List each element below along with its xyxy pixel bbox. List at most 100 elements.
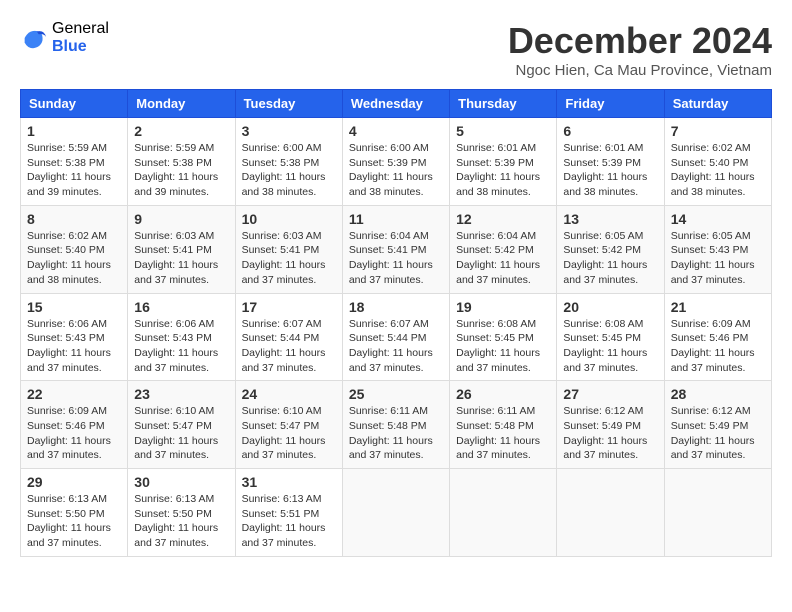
calendar-cell xyxy=(557,469,664,557)
calendar-header-cell: Thursday xyxy=(450,90,557,118)
calendar-cell: 9 Sunrise: 6:03 AMSunset: 5:41 PMDayligh… xyxy=(128,205,235,293)
day-info: Sunrise: 6:10 AMSunset: 5:47 PMDaylight:… xyxy=(242,405,326,461)
day-info: Sunrise: 6:10 AMSunset: 5:47 PMDaylight:… xyxy=(134,405,218,461)
calendar-cell: 28 Sunrise: 6:12 AMSunset: 5:49 PMDaylig… xyxy=(664,381,771,469)
calendar-cell: 22 Sunrise: 6:09 AMSunset: 5:46 PMDaylig… xyxy=(21,381,128,469)
day-number: 28 xyxy=(671,386,765,402)
day-info: Sunrise: 6:02 AMSunset: 5:40 PMDaylight:… xyxy=(671,142,755,198)
day-number: 14 xyxy=(671,211,765,227)
page-header: General Blue December 2024 Ngoc Hien, Ca… xyxy=(20,20,772,79)
calendar-cell: 23 Sunrise: 6:10 AMSunset: 5:47 PMDaylig… xyxy=(128,381,235,469)
calendar-header-cell: Friday xyxy=(557,90,664,118)
logo-blue: Blue xyxy=(52,38,109,56)
calendar-cell: 24 Sunrise: 6:10 AMSunset: 5:47 PMDaylig… xyxy=(235,381,342,469)
day-info: Sunrise: 6:11 AMSunset: 5:48 PMDaylight:… xyxy=(456,405,540,461)
day-info: Sunrise: 6:09 AMSunset: 5:46 PMDaylight:… xyxy=(27,405,111,461)
day-number: 20 xyxy=(563,299,657,315)
day-info: Sunrise: 5:59 AMSunset: 5:38 PMDaylight:… xyxy=(27,142,111,198)
calendar-cell xyxy=(450,469,557,557)
day-number: 24 xyxy=(242,386,336,402)
day-number: 10 xyxy=(242,211,336,227)
calendar-cell: 21 Sunrise: 6:09 AMSunset: 5:46 PMDaylig… xyxy=(664,293,771,381)
title-block: December 2024 Ngoc Hien, Ca Mau Province… xyxy=(508,20,772,79)
day-number: 1 xyxy=(27,123,121,139)
calendar-table: SundayMondayTuesdayWednesdayThursdayFrid… xyxy=(20,89,772,557)
day-number: 30 xyxy=(134,474,228,490)
calendar-header-cell: Wednesday xyxy=(342,90,449,118)
day-number: 31 xyxy=(242,474,336,490)
logo: General Blue xyxy=(20,20,109,55)
day-info: Sunrise: 6:07 AMSunset: 5:44 PMDaylight:… xyxy=(242,318,326,374)
calendar-header-cell: Saturday xyxy=(664,90,771,118)
day-number: 13 xyxy=(563,211,657,227)
day-number: 6 xyxy=(563,123,657,139)
day-info: Sunrise: 6:05 AMSunset: 5:42 PMDaylight:… xyxy=(563,230,647,286)
calendar-cell: 20 Sunrise: 6:08 AMSunset: 5:45 PMDaylig… xyxy=(557,293,664,381)
day-number: 16 xyxy=(134,299,228,315)
day-info: Sunrise: 6:03 AMSunset: 5:41 PMDaylight:… xyxy=(134,230,218,286)
day-number: 8 xyxy=(27,211,121,227)
day-info: Sunrise: 6:04 AMSunset: 5:42 PMDaylight:… xyxy=(456,230,540,286)
calendar-header-cell: Tuesday xyxy=(235,90,342,118)
day-info: Sunrise: 6:03 AMSunset: 5:41 PMDaylight:… xyxy=(242,230,326,286)
calendar-week-row: 22 Sunrise: 6:09 AMSunset: 5:46 PMDaylig… xyxy=(21,381,772,469)
calendar-header-cell: Monday xyxy=(128,90,235,118)
calendar-cell: 2 Sunrise: 5:59 AMSunset: 5:38 PMDayligh… xyxy=(128,118,235,206)
day-number: 3 xyxy=(242,123,336,139)
calendar-cell: 19 Sunrise: 6:08 AMSunset: 5:45 PMDaylig… xyxy=(450,293,557,381)
calendar-cell: 30 Sunrise: 6:13 AMSunset: 5:50 PMDaylig… xyxy=(128,469,235,557)
calendar-header-row: SundayMondayTuesdayWednesdayThursdayFrid… xyxy=(21,90,772,118)
calendar-cell: 5 Sunrise: 6:01 AMSunset: 5:39 PMDayligh… xyxy=(450,118,557,206)
day-number: 17 xyxy=(242,299,336,315)
day-info: Sunrise: 6:01 AMSunset: 5:39 PMDaylight:… xyxy=(563,142,647,198)
calendar-cell: 7 Sunrise: 6:02 AMSunset: 5:40 PMDayligh… xyxy=(664,118,771,206)
day-number: 27 xyxy=(563,386,657,402)
month-title: December 2024 xyxy=(508,20,772,62)
calendar-cell: 11 Sunrise: 6:04 AMSunset: 5:41 PMDaylig… xyxy=(342,205,449,293)
day-info: Sunrise: 6:01 AMSunset: 5:39 PMDaylight:… xyxy=(456,142,540,198)
day-info: Sunrise: 6:09 AMSunset: 5:46 PMDaylight:… xyxy=(671,318,755,374)
day-info: Sunrise: 6:05 AMSunset: 5:43 PMDaylight:… xyxy=(671,230,755,286)
day-info: Sunrise: 6:13 AMSunset: 5:51 PMDaylight:… xyxy=(242,493,326,549)
calendar-cell xyxy=(664,469,771,557)
calendar-cell: 4 Sunrise: 6:00 AMSunset: 5:39 PMDayligh… xyxy=(342,118,449,206)
calendar-week-row: 1 Sunrise: 5:59 AMSunset: 5:38 PMDayligh… xyxy=(21,118,772,206)
calendar-cell: 8 Sunrise: 6:02 AMSunset: 5:40 PMDayligh… xyxy=(21,205,128,293)
calendar-cell: 25 Sunrise: 6:11 AMSunset: 5:48 PMDaylig… xyxy=(342,381,449,469)
calendar-cell: 29 Sunrise: 6:13 AMSunset: 5:50 PMDaylig… xyxy=(21,469,128,557)
day-number: 21 xyxy=(671,299,765,315)
day-info: Sunrise: 6:11 AMSunset: 5:48 PMDaylight:… xyxy=(349,405,433,461)
day-number: 18 xyxy=(349,299,443,315)
calendar-cell xyxy=(342,469,449,557)
day-info: Sunrise: 6:00 AMSunset: 5:39 PMDaylight:… xyxy=(349,142,433,198)
logo-general: General xyxy=(52,20,109,38)
calendar-cell: 26 Sunrise: 6:11 AMSunset: 5:48 PMDaylig… xyxy=(450,381,557,469)
calendar-header-cell: Sunday xyxy=(21,90,128,118)
day-info: Sunrise: 5:59 AMSunset: 5:38 PMDaylight:… xyxy=(134,142,218,198)
calendar-week-row: 15 Sunrise: 6:06 AMSunset: 5:43 PMDaylig… xyxy=(21,293,772,381)
calendar-cell: 14 Sunrise: 6:05 AMSunset: 5:43 PMDaylig… xyxy=(664,205,771,293)
calendar-cell: 16 Sunrise: 6:06 AMSunset: 5:43 PMDaylig… xyxy=(128,293,235,381)
calendar-week-row: 8 Sunrise: 6:02 AMSunset: 5:40 PMDayligh… xyxy=(21,205,772,293)
day-info: Sunrise: 6:04 AMSunset: 5:41 PMDaylight:… xyxy=(349,230,433,286)
calendar-cell: 18 Sunrise: 6:07 AMSunset: 5:44 PMDaylig… xyxy=(342,293,449,381)
day-number: 12 xyxy=(456,211,550,227)
day-info: Sunrise: 6:12 AMSunset: 5:49 PMDaylight:… xyxy=(563,405,647,461)
day-info: Sunrise: 6:00 AMSunset: 5:38 PMDaylight:… xyxy=(242,142,326,198)
day-number: 7 xyxy=(671,123,765,139)
day-number: 4 xyxy=(349,123,443,139)
day-number: 26 xyxy=(456,386,550,402)
calendar-cell: 12 Sunrise: 6:04 AMSunset: 5:42 PMDaylig… xyxy=(450,205,557,293)
logo-text: General Blue xyxy=(52,20,109,55)
day-info: Sunrise: 6:06 AMSunset: 5:43 PMDaylight:… xyxy=(134,318,218,374)
calendar-cell: 17 Sunrise: 6:07 AMSunset: 5:44 PMDaylig… xyxy=(235,293,342,381)
day-info: Sunrise: 6:13 AMSunset: 5:50 PMDaylight:… xyxy=(27,493,111,549)
day-info: Sunrise: 6:12 AMSunset: 5:49 PMDaylight:… xyxy=(671,405,755,461)
calendar-cell: 3 Sunrise: 6:00 AMSunset: 5:38 PMDayligh… xyxy=(235,118,342,206)
day-number: 19 xyxy=(456,299,550,315)
location: Ngoc Hien, Ca Mau Province, Vietnam xyxy=(508,62,772,79)
day-info: Sunrise: 6:02 AMSunset: 5:40 PMDaylight:… xyxy=(27,230,111,286)
calendar-cell: 13 Sunrise: 6:05 AMSunset: 5:42 PMDaylig… xyxy=(557,205,664,293)
day-number: 15 xyxy=(27,299,121,315)
day-info: Sunrise: 6:13 AMSunset: 5:50 PMDaylight:… xyxy=(134,493,218,549)
